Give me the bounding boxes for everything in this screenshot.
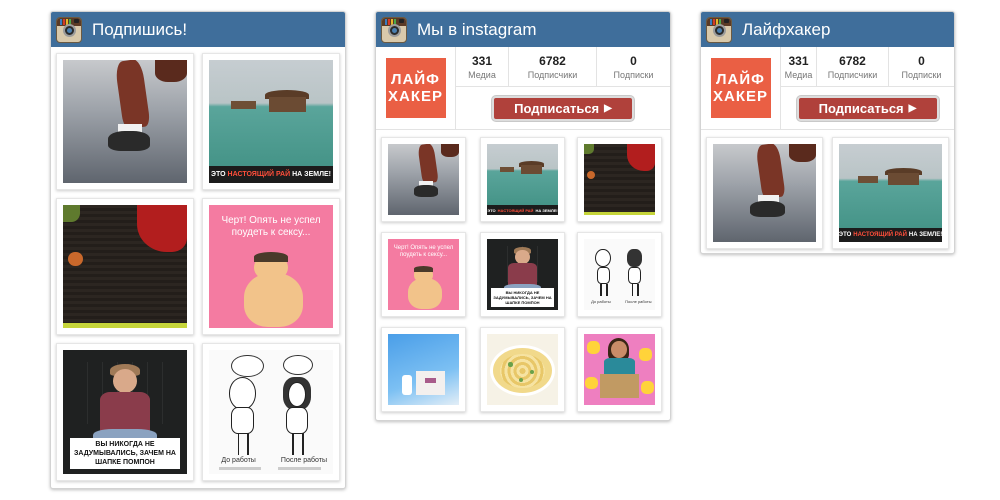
instagram-camera-icon xyxy=(381,16,407,43)
widget-header: Подпишись! xyxy=(51,12,345,47)
photo-table[interactable] xyxy=(56,198,194,335)
photo-pink[interactable]: Черт! Опять не успел поудеть к сексу... xyxy=(202,198,340,335)
widget-right: Лайфхакер ЛАЙФ ХАКЕР 331 Медиа 6782 Подписч… xyxy=(700,11,955,254)
play-arrow-icon: ▶ xyxy=(908,102,917,114)
profile-logo-cell: ЛАЙФ ХАКЕР xyxy=(376,47,456,129)
instagram-camera-icon xyxy=(706,16,732,43)
photo-sea[interactable]: ЭТО НАСТОЯЩИЙ РАЙ НА ЗЕМЛЕ! xyxy=(202,53,340,190)
play-arrow-icon: ▶ xyxy=(604,102,612,114)
widget-title: Мы в instagram xyxy=(417,19,537,39)
profile-logo[interactable]: ЛАЙФ ХАКЕР xyxy=(385,58,446,118)
photo-text: Черт! Опять не успел поудеть к сексу... xyxy=(221,214,321,238)
photo-blue[interactable] xyxy=(381,327,466,412)
photo-sea[interactable]: ЭТО НАСТОЯЩИЙ РАЙ НА ЗЕМЛЕ! xyxy=(832,137,949,249)
subscribe-button[interactable]: Подписаться ▶ xyxy=(492,95,634,121)
widget-header: Мы в instagram xyxy=(376,12,670,47)
photo-text: После работы xyxy=(280,456,328,464)
stat-following: 0 Подписки xyxy=(613,53,654,80)
widget-title: Подпишись! xyxy=(92,19,188,39)
profile-panel: ЛАЙФ ХАКЕР 331 Медиа 6782 Подписчики 0 Подпи… xyxy=(376,47,670,130)
photo-cats[interactable] xyxy=(577,327,662,412)
photo-sea[interactable]: ЭТО НАСТОЯЩИЙ РАЙ НА ЗЕМЛЕ! xyxy=(480,137,565,222)
profile-stats: 331 Медиа 6782 Подписчики 0 Подписки xyxy=(781,47,954,87)
stat-media: 331 Медиа xyxy=(781,47,817,86)
photo-caption: ЭТО НАСТОЯЩИЙ РАЙ НА ЗЕМЛЕ! xyxy=(209,165,333,183)
profile-logo[interactable]: ЛАЙФ ХАКЕР xyxy=(710,58,771,118)
photo-caption: ВЫ НИКОГДА НЕ ЗАДУМЫВАЛИСЬ, ЗАЧЕМ НА ШАП… xyxy=(70,438,180,470)
profile-panel: ЛАЙФ ХАКЕР 331 Медиа 6782 Подписчики 0 Подпи… xyxy=(701,47,954,130)
photo-woman[interactable]: ВЫ НИКОГДА НЕ ЗАДУМЫВАЛИСЬ, ЗАЧЕМ НА ШАП… xyxy=(480,232,565,317)
photo-text: До работы xyxy=(591,298,611,304)
photo-runner[interactable] xyxy=(56,53,194,190)
photo-caption: ЭТО НАСТОЯЩИЙ РАЙ НА ЗЕМЛЕ! xyxy=(487,205,558,215)
photo-sketch[interactable]: До работы После работы xyxy=(202,343,340,481)
photo-sketch[interactable]: До работы После работы xyxy=(577,232,662,317)
photo-noodles[interactable] xyxy=(480,327,565,412)
stat-following: 0 Подписки xyxy=(901,53,942,80)
photo-runner[interactable] xyxy=(706,137,823,249)
photo-caption: ЭТО НАСТОЯЩИЙ РАЙ НА ЗЕМЛЕ! xyxy=(839,228,942,242)
stat-media: 331 Медиа xyxy=(456,47,509,86)
photo-runner[interactable] xyxy=(381,137,466,222)
photo-text: После работы xyxy=(625,298,652,304)
photo-table[interactable] xyxy=(577,137,662,222)
widget-left: Подпишись! ЭТО НАСТОЯЩИЙ РАЙ НА ЗЕМЛЕ! Чер… xyxy=(50,11,346,489)
profile-stats: 331 Медиа 6782 Подписчики 0 Подписки xyxy=(456,47,670,87)
widget-header: Лайфхакер xyxy=(701,12,954,47)
profile-logo-cell: ЛАЙФ ХАКЕР xyxy=(701,47,781,129)
subscribe-button[interactable]: Подписаться ▶ xyxy=(796,95,939,121)
photo-text: Черт! Опять не успел поудеть к сексу... xyxy=(393,244,454,258)
widget-title: Лайфхакер xyxy=(742,19,831,39)
photo-pink[interactable]: Черт! Опять не успел поудеть к сексу... xyxy=(381,232,466,317)
photo-text: До работы xyxy=(221,456,256,464)
stat-followers: 6782 Подписчики xyxy=(817,47,889,86)
widget-middle: Мы в instagram ЛАЙФ ХАКЕР 331 Медиа 6782 По… xyxy=(375,11,671,421)
instagram-camera-icon xyxy=(56,16,82,43)
photo-woman[interactable]: ВЫ НИКОГДА НЕ ЗАДУМЫВАЛИСЬ, ЗАЧЕМ НА ШАП… xyxy=(56,343,194,481)
stat-followers: 6782 Подписчики xyxy=(509,47,597,86)
photo-caption: ВЫ НИКОГДА НЕ ЗАДУМЫВАЛИСЬ, ЗАЧЕМ НА ШАП… xyxy=(491,288,554,308)
